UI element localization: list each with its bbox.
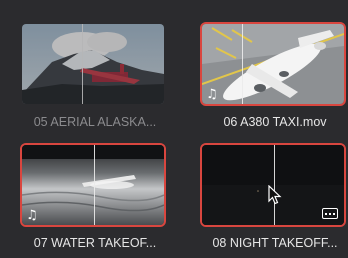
- clip-name: 06 A380 TAXI.mov: [223, 115, 327, 129]
- clip-07-water-takeoff[interactable]: ♫ 07 WATER TAKEOF...: [20, 143, 170, 250]
- music-note-icon: ♫: [206, 87, 218, 102]
- clip-thumbnail[interactable]: [200, 143, 346, 227]
- playhead-indicator: [242, 24, 243, 104]
- clip-thumbnail[interactable]: [20, 22, 166, 106]
- clip-name: 08 NIGHT TAKEOFF...: [212, 236, 338, 250]
- clip-06-a380-taxi[interactable]: ♫ 06 A380 TAXI.mov: [200, 22, 348, 129]
- clip-08-night-takeoff[interactable]: 08 NIGHT TAKEOFF...: [200, 143, 348, 250]
- water-takeoff-thumbnail-image: [22, 145, 164, 225]
- playhead-indicator: [82, 24, 83, 104]
- clip-thumbnail[interactable]: ♫: [20, 143, 166, 227]
- clip-05-aerial-alaska[interactable]: 05 AERIAL ALASKA...: [20, 22, 170, 129]
- music-note-icon: ♫: [26, 208, 38, 223]
- playhead-indicator: [94, 145, 95, 225]
- aerial-mountain-thumbnail-image: [22, 24, 164, 104]
- clip-name: 05 AERIAL ALASKA...: [33, 115, 157, 129]
- clip-thumbnail[interactable]: ♫: [200, 22, 346, 106]
- mouse-pointer-icon: [268, 185, 282, 205]
- more-options-icon[interactable]: [322, 208, 338, 219]
- clip-name: 07 WATER TAKEOF...: [33, 236, 157, 250]
- airplane-taxi-thumbnail-image: [202, 24, 344, 104]
